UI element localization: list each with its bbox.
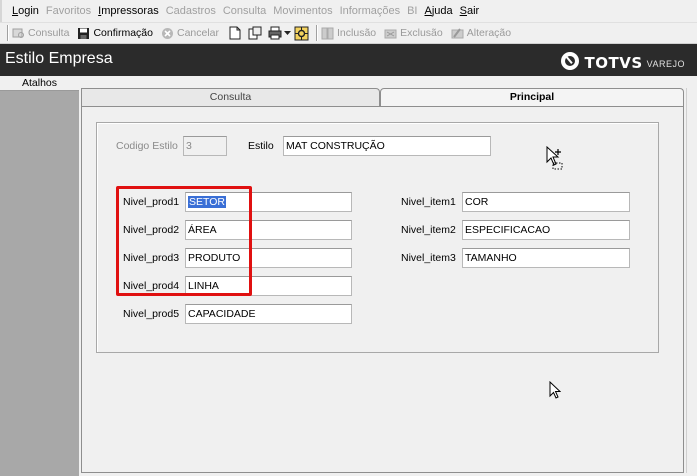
codigo-estilo-field[interactable]: 3 xyxy=(183,136,227,156)
menu-login[interactable]: Login xyxy=(12,5,39,17)
chevron-down-icon[interactable] xyxy=(284,25,292,41)
settings-icon[interactable] xyxy=(293,25,309,41)
nivel-item3-label: Nivel_item3 xyxy=(401,252,456,264)
estilo-label: Estilo xyxy=(248,140,274,152)
menu-cadastros[interactable]: Cadastros xyxy=(166,5,216,17)
new-document-icon[interactable] xyxy=(227,25,243,41)
nivel-prod5-field[interactable]: CAPACIDADE xyxy=(185,304,352,324)
edit-record-icon xyxy=(451,27,464,40)
brand-name: TOTVS xyxy=(584,53,643,72)
consulta-button-label: Consulta xyxy=(28,27,70,39)
nivel-item2-label: Nivel_item2 xyxy=(401,224,456,236)
toolbar-separator xyxy=(316,25,319,41)
cancelar-button[interactable]: Cancelar xyxy=(161,27,219,40)
window-title-bar: Estilo Empresa TOTVS VAREJO xyxy=(0,44,697,76)
menu-bi[interactable]: BI xyxy=(407,5,417,17)
tab-principal[interactable]: Principal xyxy=(380,88,684,106)
estilo-field[interactable]: MAT CONSTRUÇÃO xyxy=(283,136,491,156)
cancel-icon xyxy=(161,27,174,40)
brand-subtitle: VAREJO xyxy=(646,59,685,69)
inclusao-button[interactable]: Inclusão xyxy=(321,27,376,40)
menu-impressoras[interactable]: Impressoras xyxy=(98,5,159,17)
tab-consulta[interactable]: Consulta xyxy=(81,88,380,106)
menu-consulta[interactable]: Consulta xyxy=(223,5,266,17)
shortcuts-header[interactable]: Atalhos xyxy=(0,76,79,91)
search-icon xyxy=(12,27,25,40)
nivel-item1-label: Nivel_item1 xyxy=(401,196,456,208)
totvs-logo: TOTVS VAREJO xyxy=(560,51,685,74)
nivel-item3-field[interactable]: TAMANHO xyxy=(462,248,630,268)
toolbar-grip xyxy=(7,25,9,41)
shortcuts-sidebar: Atalhos xyxy=(0,76,79,476)
cancelar-button-label: Cancelar xyxy=(176,27,220,39)
alteracao-button[interactable]: Alteração xyxy=(451,27,511,40)
menu-sair[interactable]: Sair xyxy=(460,5,480,17)
confirmacao-button-label: Confirmação xyxy=(93,27,153,39)
menu-ajuda[interactable]: Ajuda xyxy=(425,5,453,17)
confirmacao-button[interactable]: Confirmação xyxy=(77,27,153,40)
consulta-button[interactable]: Consulta xyxy=(12,27,69,40)
menu-movimentos[interactable]: Movimentos xyxy=(273,5,332,17)
alteracao-button-label: Alteração xyxy=(466,27,512,39)
nivel-prod5-label: Nivel_prod5 xyxy=(123,308,180,320)
vertical-scrollbar[interactable] xyxy=(686,88,697,473)
exclusao-button[interactable]: Exclusão xyxy=(384,27,443,40)
printer-icon[interactable] xyxy=(267,25,283,41)
window-title: Estilo Empresa xyxy=(5,50,113,67)
menu-favoritos[interactable]: Favoritos xyxy=(46,5,91,17)
highlight-box xyxy=(116,186,252,296)
menu-informacoes[interactable]: Informações xyxy=(340,5,401,17)
nivel-item1-field[interactable]: COR xyxy=(462,192,630,212)
exclusao-button-label: Exclusão xyxy=(400,27,443,39)
inclusao-button-label: Inclusão xyxy=(337,27,377,39)
delete-record-icon xyxy=(384,27,397,40)
menu-bar: Login Favoritos Impressoras Cadastros Co… xyxy=(0,0,697,22)
toolbar: Consulta Confirmação Cancelar Inclusão E… xyxy=(0,22,697,44)
nivel-item2-field[interactable]: ESPECIFICACAO xyxy=(462,220,630,240)
mouse-pointer-icon xyxy=(549,380,562,402)
add-record-icon xyxy=(321,27,334,40)
drag-copy-cursor-icon xyxy=(546,145,564,173)
totvs-logo-icon xyxy=(560,51,580,74)
save-icon xyxy=(77,27,90,40)
print-preview-icon[interactable] xyxy=(247,25,263,41)
codigo-estilo-label: Codigo Estilo xyxy=(116,140,178,152)
